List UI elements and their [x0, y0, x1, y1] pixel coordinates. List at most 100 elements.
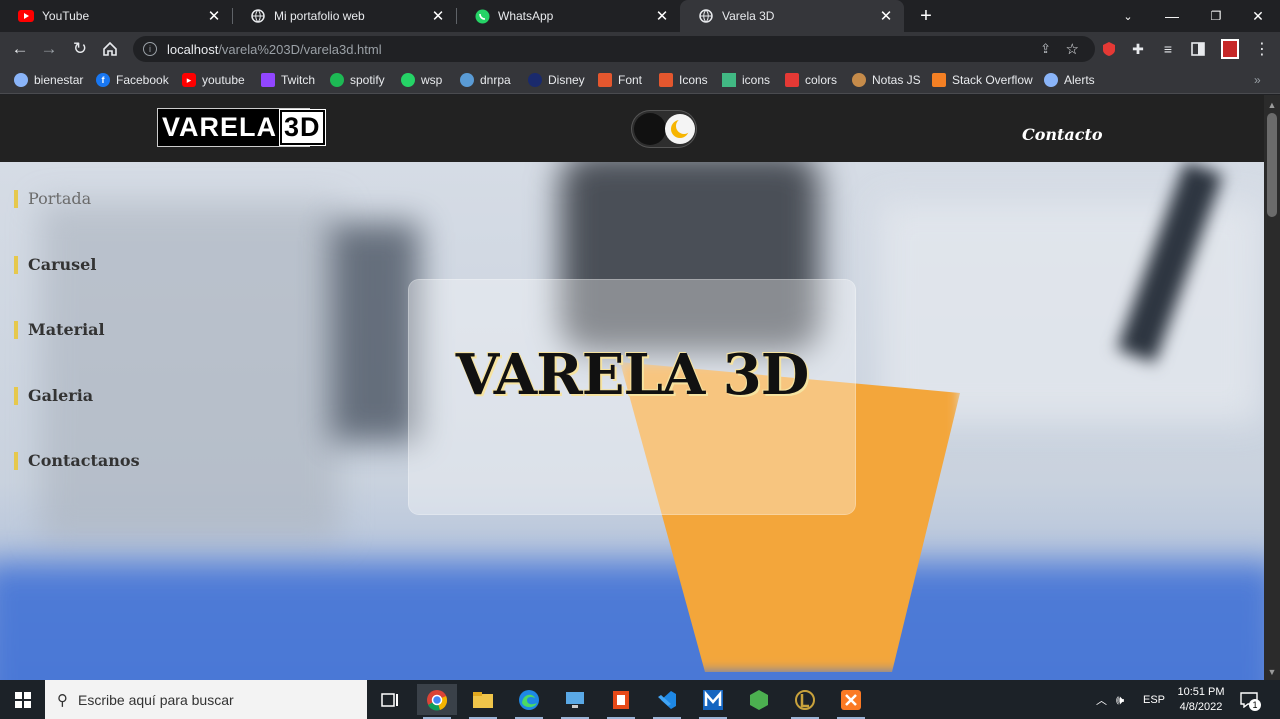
bookmark-twitch[interactable]: Twitch: [261, 71, 315, 89]
profile-avatar-icon[interactable]: [1218, 37, 1242, 61]
bookmark-label: Notas JS: [872, 73, 921, 87]
search-placeholder: Escribe aquí para buscar: [78, 691, 234, 708]
start-button[interactable]: [0, 680, 45, 719]
sidenav-portada[interactable]: Portada: [14, 190, 91, 208]
bookmark-colors[interactable]: colors: [785, 71, 837, 89]
tab-portafolio[interactable]: Mi portafolio web ✕: [232, 0, 456, 32]
scrollbar-thumb[interactable]: [1267, 113, 1277, 217]
bookmark-wsp[interactable]: wsp: [401, 71, 442, 89]
bookmark-facebook[interactable]: f Facebook: [96, 71, 169, 89]
back-button[interactable]: ←: [7, 36, 33, 62]
home-button[interactable]: [97, 36, 123, 62]
notifications-icon[interactable]: 1: [1240, 680, 1261, 719]
forward-button[interactable]: →: [36, 36, 62, 62]
bookmark-notas-js[interactable]: Notas JS: [852, 71, 921, 89]
close-icon[interactable]: ✕: [430, 8, 446, 25]
bookmark-star-icon[interactable]: ☆: [1066, 40, 1079, 58]
task-view-icon[interactable]: [370, 684, 410, 715]
globe-icon: [698, 8, 714, 24]
sidenav-material[interactable]: Material: [14, 321, 105, 339]
extension-red-icon[interactable]: [1097, 37, 1121, 61]
hero-title: VARELA 3D: [455, 342, 810, 408]
info-icon[interactable]: i: [143, 42, 157, 56]
bookmark-icons-vue[interactable]: icons: [722, 71, 770, 89]
tab-youtube[interactable]: YouTube ✕: [0, 0, 232, 32]
bookmark-dnrpa[interactable]: dnrpa: [460, 71, 511, 89]
bookmark-label: Stack Overflow: [952, 73, 1033, 87]
font-icon: [659, 73, 673, 87]
scroll-up-arrow-icon[interactable]: ▲: [1264, 97, 1280, 113]
bookmark-stack-overflow[interactable]: Stack Overflow: [932, 71, 1033, 89]
taskbar-search[interactable]: ⚲ Escribe aquí para buscar: [45, 680, 367, 719]
restore-button[interactable]: ❐: [1194, 0, 1238, 32]
bookmark-label: icons: [742, 73, 771, 87]
edge-icon[interactable]: [509, 684, 549, 719]
vscode-icon[interactable]: [647, 684, 687, 719]
logo-text: VARELA: [162, 112, 278, 142]
close-icon[interactable]: ✕: [878, 8, 894, 25]
page-scrollbar[interactable]: ▲ ▼: [1264, 95, 1280, 680]
tab-whatsapp[interactable]: WhatsApp ✕: [456, 0, 680, 32]
league-icon[interactable]: [785, 684, 825, 719]
reload-button[interactable]: ↻: [67, 36, 93, 62]
bookmark-label: colors: [805, 73, 838, 87]
bookmark-bienestar[interactable]: bienestar: [14, 71, 83, 89]
sidenav-contactanos[interactable]: Contactanos: [14, 452, 140, 470]
tab-varela3d[interactable]: Varela 3D ✕: [680, 0, 904, 32]
language-indicator[interactable]: ESP: [1143, 680, 1165, 719]
vue-icon: [722, 73, 736, 87]
file-explorer-icon[interactable]: [463, 684, 503, 719]
sidenav-carusel[interactable]: Carusel: [14, 256, 96, 274]
contact-link[interactable]: Contacto: [1022, 125, 1103, 144]
close-window-button[interactable]: ✕: [1236, 0, 1280, 32]
scroll-down-arrow-icon[interactable]: ▼: [1264, 664, 1280, 680]
bookmark-spotify[interactable]: spotify: [330, 71, 385, 89]
moon-icon: [665, 114, 695, 144]
close-icon[interactable]: ✕: [206, 8, 222, 25]
minimize-button[interactable]: —: [1150, 0, 1194, 32]
tab-title: WhatsApp: [498, 9, 554, 23]
bookmark-label: spotify: [350, 73, 385, 87]
clock[interactable]: 10:51 PM 4/8/2022: [1172, 680, 1230, 719]
site-logo[interactable]: VARELA 3D: [157, 108, 326, 147]
nodejs-icon[interactable]: [739, 684, 779, 715]
browser-toolbar: ← → ↻ i localhost/varela%203D/varela3d.h…: [0, 32, 1280, 66]
tab-title: YouTube: [42, 9, 90, 23]
search-icon: ⚲: [57, 691, 68, 709]
avatar-icon: [852, 73, 866, 87]
tab-search-button[interactable]: ⌄: [1106, 0, 1150, 32]
chrome-taskbar-icon[interactable]: [417, 684, 457, 719]
menu-icon[interactable]: ⋮: [1250, 37, 1274, 61]
bookmark-disney[interactable]: Disney: [528, 71, 585, 89]
close-icon[interactable]: ✕: [654, 8, 670, 25]
dark-mode-toggle[interactable]: [631, 110, 697, 148]
url-host: localhost: [167, 41, 219, 57]
new-tab-button[interactable]: +: [914, 4, 938, 28]
bg-right-structure: [880, 202, 1260, 422]
office-icon[interactable]: [601, 684, 641, 719]
bookmark-icons[interactable]: Icons: [659, 71, 708, 89]
share-icon[interactable]: ⇪: [1040, 41, 1051, 57]
bookmark-label: Icons: [679, 73, 708, 87]
drop-icon: [460, 73, 474, 87]
remote-desktop-icon[interactable]: [555, 684, 595, 719]
address-bar[interactable]: i localhost/varela%203D/varela3d.html ⇪ …: [133, 36, 1095, 62]
volume-icon[interactable]: 🕪: [1116, 680, 1124, 719]
bg-left-machine: [40, 202, 340, 542]
extensions-puzzle-icon[interactable]: ✚: [1126, 37, 1150, 61]
bookmark-font[interactable]: Font: [598, 71, 642, 89]
home-icon: [103, 41, 117, 56]
hero-card: VARELA 3D: [409, 280, 855, 514]
bookmarks-overflow-icon[interactable]: »: [1254, 71, 1261, 89]
media-queue-icon[interactable]: ≡: [1156, 37, 1180, 61]
sidenav-galeria[interactable]: Galeria: [14, 387, 93, 405]
tray-overflow-icon[interactable]: ︿: [1096, 680, 1107, 719]
twitch-icon: [261, 73, 275, 87]
xampp-icon[interactable]: [831, 684, 871, 719]
globe-icon: [14, 73, 28, 87]
bookmark-youtube[interactable]: ▸ youtube: [182, 71, 245, 89]
bookmark-alerts[interactable]: Alerts: [1044, 71, 1095, 89]
editor-m-icon[interactable]: [693, 684, 733, 719]
side-panel-icon[interactable]: [1186, 37, 1210, 61]
bookmark-label: wsp: [421, 73, 443, 87]
